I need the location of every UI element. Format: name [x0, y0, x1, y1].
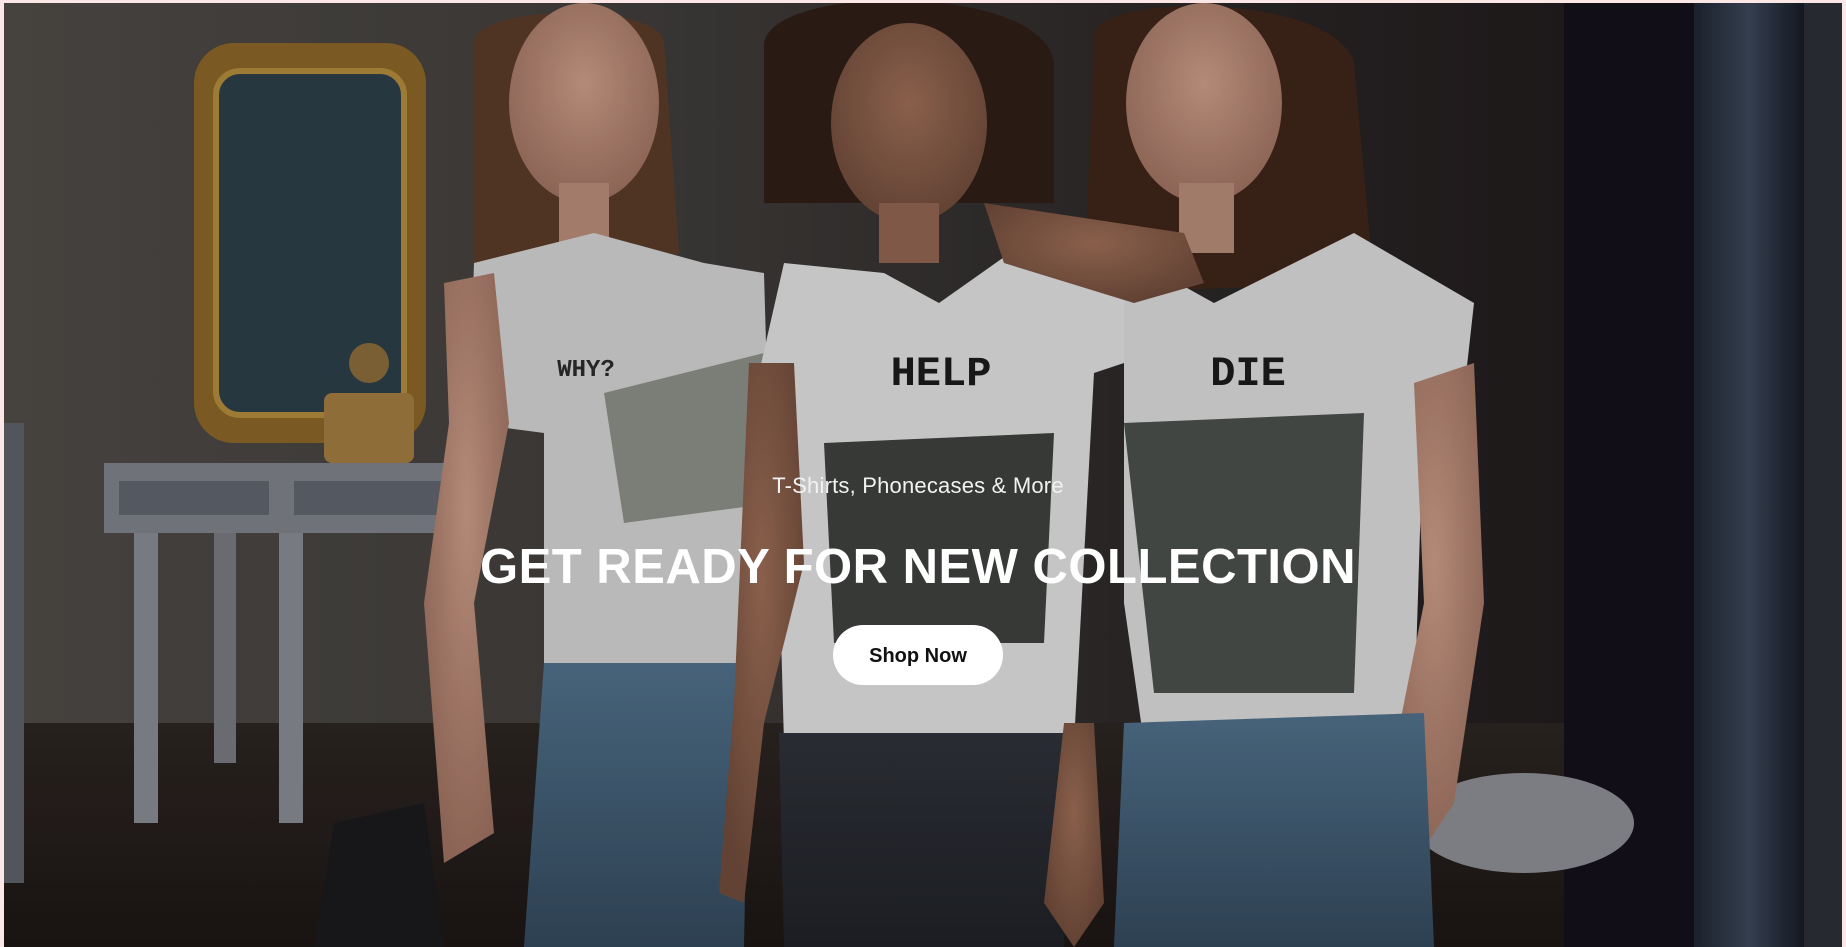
hero-subtitle: T-Shirts, Phonecases & More	[772, 473, 1064, 498]
hero-banner: WHY? HELP DIE T-Shirts, Phonecases & Mor…	[4, 3, 1842, 947]
shop-now-button[interactable]: Shop Now	[833, 625, 1003, 685]
hero-content: T-Shirts, Phonecases & More GET READY FO…	[4, 473, 1842, 685]
hero-headline: GET READY FOR NEW COLLECTION	[479, 540, 1357, 594]
